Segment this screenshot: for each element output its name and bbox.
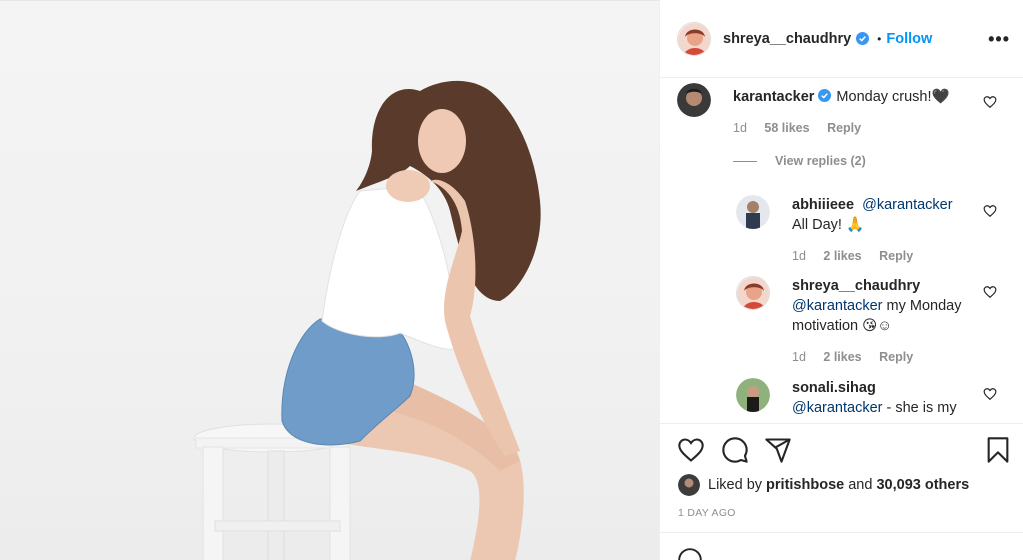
share-icon[interactable] [764,436,792,464]
comment-text: abhiiieee @karantacker All Day! 🙏 [792,195,982,235]
others-count[interactable]: 30,093 others [876,477,969,493]
post-side-panel: shreya__chaudhry • Follow ••• karantacke… [659,0,1023,560]
liked-by-and: and [848,477,873,493]
comment-like-heart-icon[interactable] [983,204,997,218]
post-actions-bar [660,423,1023,478]
post-photo[interactable] [0,0,659,560]
comment-body: Monday crush!🖤 [836,89,950,105]
comment-time: 1d [733,121,747,135]
face [418,109,466,173]
photo-illustration [193,80,541,560]
post-timestamp[interactable]: 1 DAY AGO [678,507,736,519]
reply-item: abhiiieee @karantacker All Day! 🙏 1d 2 l… [736,195,1008,265]
comment-text: karantacker Monday crush!🖤 [733,87,983,107]
reply-item: sonali.sihag @karantacker - she is my [736,378,1008,422]
commenter-avatar[interactable] [736,378,770,412]
verified-badge-icon [818,89,832,102]
comment-meta: 1d 2 likes Reply [792,249,927,263]
heart-icon[interactable] [677,436,705,464]
comment-body: All Day! 🙏 [792,217,865,233]
comment-icon[interactable] [721,436,749,464]
commenter-username[interactable]: abhiiieee [792,197,854,213]
mention-link[interactable]: @karantacker [792,400,882,416]
verified-badge-icon [856,32,870,45]
replies-divider [733,160,757,162]
liker-avatar[interactable] [678,474,700,496]
comment-like-heart-icon[interactable] [983,387,997,401]
commenter-username[interactable]: karantacker [733,89,814,105]
commenter-avatar[interactable] [736,195,770,229]
comment-likes[interactable]: 2 likes [823,249,861,263]
commenter-username[interactable]: shreya__chaudhry [792,278,920,294]
comment-text: sonali.sihag @karantacker - she is my [792,378,982,418]
bookmark-icon[interactable] [984,436,1012,464]
mention-link[interactable]: @karantacker [792,298,882,314]
comment-time: 1d [792,350,806,364]
comment-meta: 1d 2 likes Reply [792,350,927,364]
reply-button[interactable]: Reply [879,350,913,364]
white-blouse [321,185,465,350]
comment-meta: 1d 58 likes Reply [733,121,875,135]
reply-item: shreya__chaudhry @karantacker my Monday … [736,276,1008,368]
comment-text: shreya__chaudhry @karantacker my Monday … [792,276,982,336]
view-replies-button[interactable]: View replies (2) [733,154,866,168]
comment-likes[interactable]: 58 likes [764,121,809,135]
commenter-avatar[interactable] [677,83,711,117]
shoulder [386,170,430,202]
comment-time: 1d [792,249,806,263]
separator-dot: • [877,31,882,46]
view-replies-label: View replies (2) [775,154,866,168]
comment-body: - she is my [886,400,957,416]
liked-by-row: Liked by pritishbose and 30,093 others [678,474,969,496]
comment-like-heart-icon[interactable] [983,285,997,299]
liker-username[interactable]: pritishbose [766,477,844,493]
comment-like-heart-icon[interactable] [983,95,997,109]
liked-by-prefix: Liked by [708,477,763,493]
author-avatar[interactable] [677,21,711,56]
reply-button[interactable]: Reply [879,249,913,263]
mention-link[interactable]: @karantacker [862,197,952,213]
follow-button[interactable]: Follow [886,31,932,47]
reply-button[interactable]: Reply [827,121,861,135]
author-username[interactable]: shreya__chaudhry [723,31,851,47]
comment-likes[interactable]: 2 likes [823,350,861,364]
emoji-icon[interactable] [677,547,703,560]
comments-list[interactable]: karantacker Monday crush!🖤 1d 58 likes Re… [660,79,1023,422]
more-options-icon[interactable]: ••• [988,30,1010,48]
comment-item: karantacker Monday crush!🖤 1d 58 likes Re… [677,83,1007,143]
commenter-avatar[interactable] [736,276,770,310]
commenter-username[interactable]: sonali.sihag [792,380,876,396]
add-comment-area[interactable] [660,532,1023,560]
post-header: shreya__chaudhry • Follow ••• [660,0,1023,78]
